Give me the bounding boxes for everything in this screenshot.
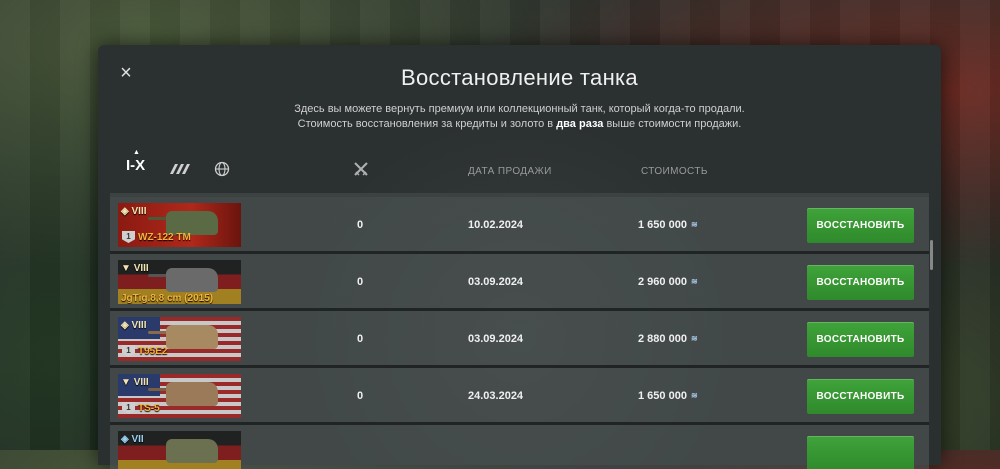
silver-coin-icon: ≋ <box>690 277 698 286</box>
tier-label: ◈ VIII <box>121 206 147 217</box>
tier-filter-label: I-X <box>126 157 146 174</box>
description-line-1: Здесь вы можете вернуть премиум или колл… <box>294 103 745 115</box>
globe-icon[interactable] <box>214 161 230 177</box>
tier-label: ▼ VIII <box>121 263 149 274</box>
restore-cost-value: 2 880 000 <box>638 333 687 345</box>
restore-cost: 1 650 000 ≋ <box>638 390 698 402</box>
battles-value: 0 <box>356 390 364 402</box>
sale-date: 03.09.2024 <box>468 333 524 345</box>
tier-value: VII <box>131 434 144 445</box>
tank-image <box>166 325 218 349</box>
tier-label: ◈ VIII <box>121 320 147 331</box>
restore-tank-dialog: × Восстановление танка Здесь вы можете в… <box>98 45 941 469</box>
restore-button[interactable]: ВОССТАНОВИТЬ <box>807 379 914 414</box>
table-row: ◈ VIII 1 T95E2 0 03.09.2024 2 880 000 ≋ В… <box>110 311 929 368</box>
sale-date: 24.03.2024 <box>468 390 524 402</box>
tank-name: WZ-122 TM <box>138 232 191 243</box>
restore-cost-value: 1 650 000 <box>638 219 687 231</box>
nation-filter-icon[interactable] <box>168 162 190 176</box>
list-header: ▲ I-X ДАТА ПРОДАЖИ СТОИМОСТЬ <box>98 149 941 189</box>
restore-cost-value: 1 650 000 <box>638 390 687 402</box>
tank-thumbnail: ▼ VIII JgTig.8,8 cm (2015) <box>118 260 241 304</box>
tank-thumbnail: ▼ VIII 1 TS-5 <box>118 374 241 418</box>
tier-value: VIII <box>133 263 149 274</box>
tank-thumbnail: ◈ VIII 1 WZ-122 TM <box>118 203 241 247</box>
restore-cost: 1 650 000 ≋ <box>638 219 698 231</box>
dialog-title: Восстановление танка <box>401 65 638 90</box>
tank-image <box>166 382 218 406</box>
tank-name: TS-5 <box>138 403 160 414</box>
tier-label: ◈ VII <box>121 434 144 445</box>
tank-name: JgTig.8,8 cm (2015) <box>121 293 214 304</box>
column-sale-date[interactable]: ДАТА ПРОДАЖИ <box>468 166 552 177</box>
tier-value: VIII <box>131 320 147 331</box>
silver-coin-icon: ≋ <box>690 391 698 400</box>
restore-cost: 2 880 000 ≋ <box>638 333 698 345</box>
sale-date: 10.02.2024 <box>468 219 524 231</box>
tank-name: T95E2 <box>138 346 168 357</box>
dialog-description: Здесь вы можете вернуть премиум или колл… <box>98 102 941 132</box>
silver-coin-icon: ≋ <box>690 334 698 343</box>
restore-button[interactable]: ВОССТАНОВИТЬ <box>807 208 914 243</box>
restore-button[interactable]: ВОССТАНОВИТЬ <box>807 322 914 357</box>
description-text-start: Стоимость восстановления за кредиты и зо… <box>297 118 557 130</box>
description-text-end: выше стоимости продажи. <box>603 118 742 130</box>
sale-date: 03.09.2024 <box>468 276 524 288</box>
tank-image <box>166 439 218 463</box>
silver-coin-icon: ≋ <box>690 220 698 229</box>
restore-button[interactable]: ВОССТАНОВИТЬ <box>807 265 914 300</box>
tier-value: VIII <box>133 377 149 388</box>
sort-caret-icon: ▲ <box>133 149 140 156</box>
tier-value: VIII <box>131 206 147 217</box>
table-row: ▼ VIII JgTig.8,8 cm (2015) 0 03.09.2024 … <box>110 254 929 311</box>
table-row: ▼ VIII 1 TS-5 0 24.03.2024 1 650 000 ≋ ВО… <box>110 368 929 425</box>
battles-value: 0 <box>356 333 364 345</box>
battles-value: 0 <box>356 219 364 231</box>
column-cost[interactable]: СТОИМОСТЬ <box>641 166 708 177</box>
table-row: ◈ VII <box>110 425 929 469</box>
scrollbar[interactable] <box>930 240 933 270</box>
restore-button[interactable] <box>807 436 914 469</box>
battles-value: 0 <box>356 276 364 288</box>
tank-image <box>166 268 218 292</box>
restore-cost-value: 2 960 000 <box>638 276 687 288</box>
tier-label: ▼ VIII <box>121 377 149 388</box>
tank-list[interactable]: ◈ VIII 1 WZ-122 TM 0 10.02.2024 1 650 00… <box>110 193 929 469</box>
crossed-swords-icon <box>354 162 368 176</box>
description-emphasis: два раза <box>556 118 604 130</box>
description-line-2: Стоимость восстановления за кредиты и зо… <box>98 117 941 132</box>
tank-thumbnail: ◈ VII <box>118 431 241 469</box>
restore-cost: 2 960 000 ≋ <box>638 276 698 288</box>
tier-filter[interactable]: ▲ I-X <box>126 149 146 174</box>
table-row: ◈ VIII 1 WZ-122 TM 0 10.02.2024 1 650 00… <box>110 197 929 254</box>
tank-thumbnail: ◈ VIII 1 T95E2 <box>118 317 241 361</box>
